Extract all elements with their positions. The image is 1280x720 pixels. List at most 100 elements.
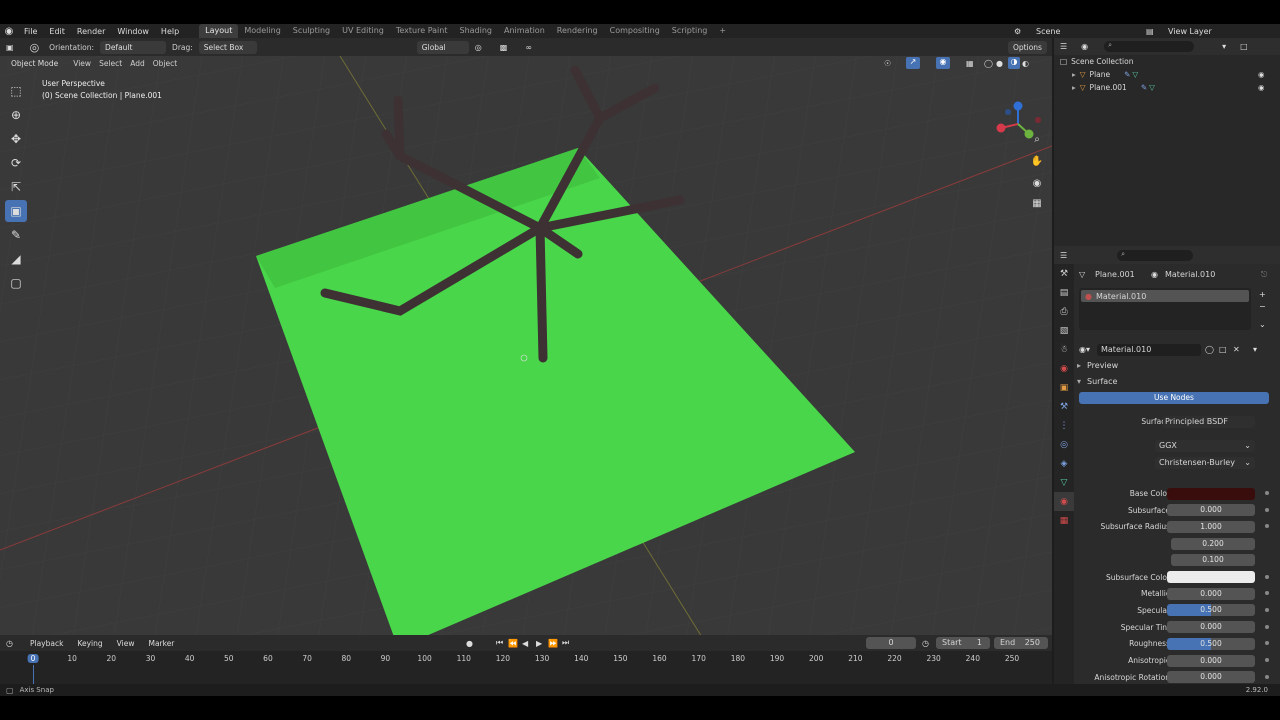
grid-view-icon[interactable]: ▦	[1030, 198, 1044, 212]
world-tab-icon[interactable]: ◉	[1054, 359, 1074, 378]
view-layer-tab-icon[interactable]: ▧	[1054, 321, 1074, 340]
add-cube-icon[interactable]: ▢	[5, 272, 27, 294]
wireframe-shading-icon[interactable]: ◯	[984, 59, 993, 68]
editor-type-icon[interactable]: ▣	[6, 43, 14, 52]
camera-icon[interactable]: ◉	[1030, 178, 1044, 192]
transform-icon[interactable]: ▣	[5, 200, 27, 222]
filter-icon[interactable]: ▾	[1222, 42, 1226, 51]
select-mode-icon[interactable]: ◎	[30, 41, 40, 54]
keyframe-icon[interactable]	[1265, 641, 1269, 646]
outliner-search-field[interactable]: ⌕	[1104, 41, 1195, 52]
playback-menu[interactable]: Playback	[25, 637, 68, 650]
color-swatch[interactable]	[1167, 571, 1255, 583]
tab-uv-editing[interactable]: UV Editing	[336, 24, 390, 38]
jump-end-icon[interactable]: ⏭	[562, 638, 569, 648]
number-field[interactable]: 0.200	[1171, 537, 1255, 550]
outliner-item-plane-001[interactable]: ▸ ▽ Plane.001 ✎ ▽ ◉	[1054, 81, 1280, 94]
output-tab-icon[interactable]: ⎙	[1054, 302, 1074, 321]
tab-animation[interactable]: Animation	[498, 24, 551, 38]
data-tab-icon[interactable]: ▽	[1054, 473, 1074, 492]
timeline-ruler[interactable]: 0 10 20 30 40 50 60 70 80 90 100 110 120 130 140 150 160…	[0, 652, 1052, 666]
material-slot-list[interactable]: ● Material.010	[1079, 288, 1251, 330]
menu-file[interactable]: File	[18, 27, 43, 36]
browse-filter-icon[interactable]: ▾	[1253, 345, 1257, 354]
menu-select[interactable]: Select	[99, 59, 122, 68]
number-field[interactable]: 0.000	[1167, 621, 1255, 634]
select-box-icon[interactable]: ⬚	[5, 80, 27, 102]
keyframe-icon[interactable]	[1265, 574, 1269, 579]
zoom-icon[interactable]: ⌕	[1030, 134, 1044, 148]
surface-shader-field[interactable]: Principled BSDF	[1163, 415, 1255, 428]
pivot-icon[interactable]: ◎	[475, 43, 482, 52]
cursor-icon[interactable]: ⊕	[5, 104, 27, 126]
material-shading-icon[interactable]: ◑	[1008, 57, 1020, 69]
unlink-material-icon[interactable]: ✕	[1233, 345, 1240, 354]
keyframe-icon[interactable]	[1265, 524, 1269, 529]
material-browse-icon[interactable]: ◉▾	[1079, 345, 1090, 354]
constraints-tab-icon[interactable]: ◈	[1054, 454, 1074, 473]
start-frame-field[interactable]: Start 1	[936, 637, 990, 649]
tab-compositing[interactable]: Compositing	[604, 24, 666, 38]
drag-dropdown[interactable]: Select Box	[198, 40, 257, 54]
object-tab-icon[interactable]: ▣	[1054, 378, 1074, 397]
display-mode-icon[interactable]: ◉	[1081, 42, 1088, 51]
gizmo-toggle-icon[interactable]: ↗	[906, 57, 920, 69]
mode-dropdown[interactable]: Object Mode	[6, 56, 64, 70]
number-field[interactable]: 0.500	[1167, 604, 1255, 617]
number-field[interactable]: 0.000	[1167, 587, 1255, 600]
expand-icon[interactable]: ▸	[1072, 70, 1076, 79]
pan-hand-icon[interactable]: ✋	[1030, 156, 1044, 170]
scene-tab-icon[interactable]: ☃	[1054, 340, 1074, 359]
duplicate-material-icon[interactable]: □	[1219, 345, 1227, 354]
physics-tab-icon[interactable]: ◎	[1054, 435, 1074, 454]
keyframe-icon[interactable]	[1265, 624, 1269, 629]
outliner-item-plane[interactable]: ▸ ▽ Plane ✎ ▽ ◉	[1054, 68, 1280, 81]
tab-modeling[interactable]: Modeling	[238, 24, 286, 38]
play-reverse-icon[interactable]: ◀	[522, 639, 528, 648]
3d-viewport[interactable]: ▣ ◎ Orientation: Default Drag: Select Bo…	[0, 38, 1052, 650]
menu-help[interactable]: Help	[155, 27, 185, 36]
keyframe-icon[interactable]	[1265, 674, 1269, 679]
menu-render[interactable]: Render	[71, 27, 111, 36]
proportional-icon[interactable]: ∞	[525, 43, 532, 52]
tab-layout[interactable]: Layout	[199, 24, 239, 38]
keyframe-icon[interactable]	[1265, 491, 1269, 495]
tab-rendering[interactable]: Rendering	[551, 24, 604, 38]
snap-icon[interactable]: ▩	[500, 43, 508, 52]
tab-sculpting[interactable]: Sculpting	[287, 24, 336, 38]
number-field[interactable]: 0.000	[1167, 671, 1255, 684]
menu-edit[interactable]: Edit	[43, 27, 71, 36]
current-frame-field[interactable]: 0	[866, 637, 916, 649]
particles-tab-icon[interactable]: ⋮	[1054, 416, 1074, 435]
rendered-shading-icon[interactable]: ◐	[1022, 59, 1029, 68]
view-layer-name[interactable]: View Layer	[1168, 27, 1212, 36]
orientation-dropdown[interactable]: Default	[100, 40, 167, 54]
pin-icon[interactable]: ⎋	[1261, 270, 1267, 280]
keyframe-icon[interactable]	[1265, 658, 1269, 662]
solid-shading-icon[interactable]: ●	[996, 59, 1003, 68]
add-slot-icon[interactable]: +	[1259, 290, 1266, 299]
expand-icon[interactable]: ▸	[1072, 83, 1076, 92]
blender-logo-icon[interactable]: ◉	[0, 26, 18, 37]
viewport-scene[interactable]	[0, 38, 1052, 650]
number-field[interactable]: 0.100	[1171, 554, 1255, 567]
annotate-icon[interactable]: ✎	[5, 224, 27, 246]
texture-tab-icon[interactable]: ▦	[1054, 511, 1074, 530]
number-field[interactable]: 1.000	[1167, 520, 1255, 533]
menu-add[interactable]: Add	[130, 59, 145, 68]
preview-panel-header[interactable]: ▸ Preview	[1075, 358, 1280, 373]
fake-user-icon[interactable]: ◯	[1205, 345, 1214, 354]
properties-search-field[interactable]: ⌕	[1117, 249, 1194, 261]
slot-specials-icon[interactable]: ⌄	[1259, 320, 1266, 329]
overlay-toggle-icon[interactable]: ◉	[936, 57, 950, 69]
menu-view[interactable]: View	[73, 59, 91, 68]
modifier-tab-icon[interactable]: ⚒	[1054, 397, 1074, 416]
color-swatch[interactable]	[1167, 487, 1255, 500]
xray-icon[interactable]: ▦	[966, 59, 974, 68]
surface-panel-header[interactable]: ▾ Surface	[1075, 374, 1280, 389]
number-field[interactable]: 0.500	[1167, 637, 1255, 650]
transform-orientation-dropdown[interactable]: Global	[416, 40, 469, 54]
timeline-view-menu[interactable]: View	[112, 637, 140, 650]
move-icon[interactable]: ✥	[5, 128, 27, 150]
prev-keyframe-icon[interactable]: ⏪	[508, 639, 518, 648]
